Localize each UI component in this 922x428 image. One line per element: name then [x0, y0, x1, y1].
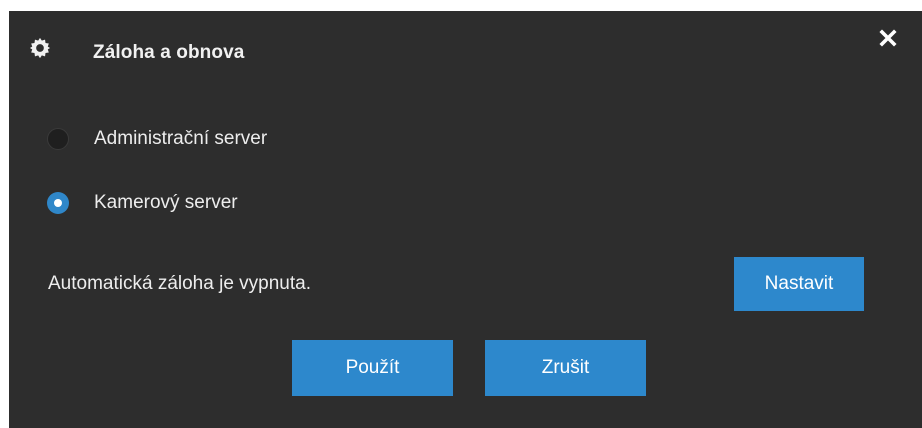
automatic-backup-status: Automatická záloha je vypnuta. [48, 273, 311, 294]
apply-button[interactable]: Použít [292, 340, 453, 396]
radio-button-selected[interactable] [47, 192, 69, 214]
dialog-header: Záloha a obnova [9, 11, 922, 85]
gear-icon [29, 37, 51, 59]
radio-button-unselected[interactable] [47, 128, 69, 150]
settings-button[interactable]: Nastavit [734, 257, 864, 311]
dialog-title: Záloha a obnova [93, 42, 245, 63]
radio-label-administration-server: Administrační server [94, 128, 268, 149]
radio-label-camera-server: Kamerový server [94, 192, 238, 213]
radio-administration-server[interactable]: Administrační server [47, 124, 267, 154]
close-icon[interactable] [875, 25, 901, 51]
screen: Záloha a obnova Administrační server Kam… [0, 0, 922, 428]
backup-restore-dialog: Záloha a obnova Administrační server Kam… [9, 11, 922, 428]
radio-camera-server[interactable]: Kamerový server [47, 188, 238, 218]
radio-selected-dot [54, 199, 62, 207]
cancel-button[interactable]: Zrušit [485, 340, 646, 396]
